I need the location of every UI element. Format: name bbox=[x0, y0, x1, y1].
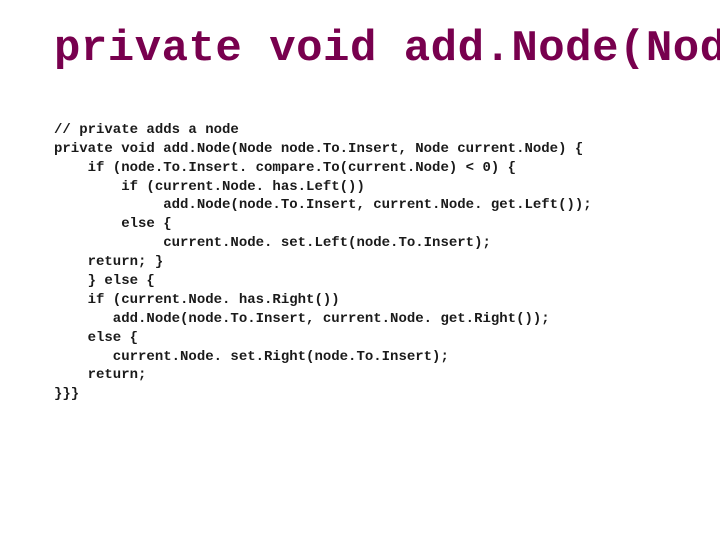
slide-title: private void add.Node(Node bbox=[54, 24, 680, 74]
code-line: current.Node. set.Left(node.To.Insert); bbox=[54, 235, 491, 251]
code-line: current.Node. set.Right(node.To.Insert); bbox=[54, 349, 449, 365]
code-line: add.Node(node.To.Insert, current.Node. g… bbox=[54, 197, 592, 213]
code-line: private void add.Node(Node node.To.Inser… bbox=[54, 141, 583, 157]
code-line: } else { bbox=[54, 273, 155, 289]
code-line: else { bbox=[54, 216, 172, 232]
code-line: }}} bbox=[54, 386, 79, 402]
code-line: return; } bbox=[54, 254, 163, 270]
slide: private void add.Node(Node // private ad… bbox=[0, 0, 720, 540]
code-line: add.Node(node.To.Insert, current.Node. g… bbox=[54, 311, 550, 327]
code-line: if (node.To.Insert. compare.To(current.N… bbox=[54, 160, 516, 176]
code-line: else { bbox=[54, 330, 138, 346]
code-line: if (current.Node. has.Left()) bbox=[54, 179, 365, 195]
code-line: // private adds a node bbox=[54, 122, 239, 138]
code-block: // private adds a node private void add.… bbox=[54, 102, 680, 423]
code-line: if (current.Node. has.Right()) bbox=[54, 292, 340, 308]
code-line: return; bbox=[54, 367, 146, 383]
